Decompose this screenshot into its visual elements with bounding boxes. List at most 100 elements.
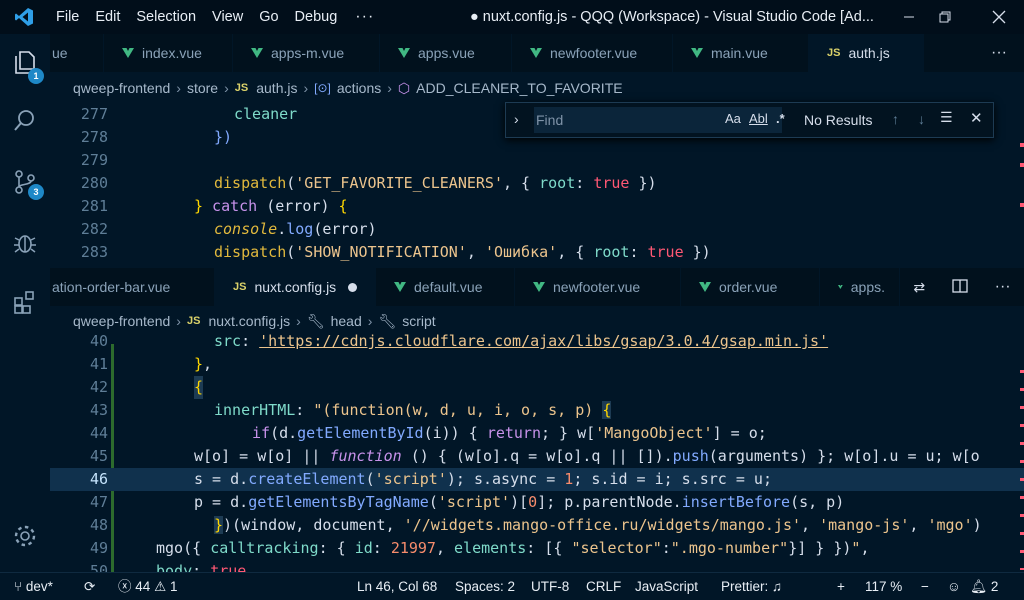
cursor-position[interactable]: Ln 46, Col 68	[357, 573, 437, 600]
line-number: 42	[89, 378, 108, 396]
tab-newfooter-vue[interactable]: newfooter.vue	[515, 268, 681, 306]
chevron-right-icon: ›	[224, 80, 229, 96]
zoom-in-icon[interactable]: +	[837, 573, 845, 600]
vue-icon	[691, 48, 703, 58]
namespace-icon: [⊙]	[314, 81, 331, 95]
wrench-icon: 🔧︎	[306, 312, 325, 329]
tab-nuxt-config-js[interactable]: JS nuxt.config.js	[215, 268, 376, 306]
encoding[interactable]: UTF-8	[531, 573, 569, 600]
indentation[interactable]: Spaces: 2	[455, 573, 515, 600]
breadcrumb-item[interactable]: ADD_CLEANER_TO_FAVORITE	[416, 80, 622, 96]
debug-icon[interactable]	[0, 218, 50, 266]
menu-go[interactable]: Go	[251, 0, 286, 34]
menu-file[interactable]: File	[48, 0, 87, 34]
line-number: 47	[89, 493, 108, 511]
menu-edit[interactable]: Edit	[87, 0, 128, 34]
vue-icon	[398, 48, 410, 58]
tab-label: newfooter.vue	[553, 279, 641, 295]
settings-gear-icon[interactable]	[0, 512, 50, 560]
notifications-status[interactable]: 🔔︎ 2	[970, 573, 998, 600]
problems-status[interactable]: ⓧ 44 ⚠ 1	[118, 573, 177, 600]
breadcrumb-item[interactable]: head	[331, 313, 362, 329]
tab-order-vue[interactable]: order.vue	[681, 268, 820, 306]
chevron-right-icon: ›	[367, 313, 373, 329]
tab-default-vue[interactable]: default.vue	[376, 268, 515, 306]
zoom-out-icon[interactable]: −	[921, 573, 929, 600]
tab-ation-order-bar-vue[interactable]: ation-order-bar.vue	[50, 268, 215, 306]
extensions-icon[interactable]	[0, 278, 50, 326]
breadcrumb-item[interactable]: qweep-frontend	[73, 80, 170, 96]
previous-match-icon[interactable]: ↑	[892, 111, 899, 127]
tab-label: apps.vue	[418, 45, 475, 61]
line-number: 45	[89, 447, 108, 465]
editor-actions: ⇄ ···	[900, 268, 1024, 306]
find-in-selection-icon[interactable]: ☰	[940, 109, 953, 126]
line-number: 48	[89, 516, 108, 534]
notification-count: 2	[990, 579, 999, 594]
toggle-replace-chevron-icon[interactable]: ›	[514, 111, 519, 127]
unsaved-dot-icon[interactable]	[348, 282, 358, 292]
menu-selection[interactable]: Selection	[128, 0, 204, 34]
breadcrumb-item[interactable]: store	[187, 80, 218, 96]
tab-label: order.vue	[719, 279, 778, 295]
close-find-icon[interactable]: ✕	[970, 109, 983, 127]
tab-auth-js[interactable]: JS auth.js	[809, 34, 924, 72]
menu-debug[interactable]: Debug	[287, 0, 346, 34]
breadcrumb-item[interactable]: script	[402, 313, 435, 329]
line-number: 50	[89, 562, 108, 572]
editor-more-actions-icon[interactable]: ···	[995, 278, 1011, 296]
line-endings[interactable]: CRLF	[586, 573, 621, 600]
window-title: ● nuxt.config.js - QQQ (Workspace) - Vis…	[470, 9, 874, 25]
sync-icon[interactable]: ⟳	[84, 573, 95, 600]
line-number: 49	[89, 539, 108, 557]
breadcrumb-item[interactable]: nuxt.config.js	[208, 313, 290, 329]
prettier-label: Prettier:	[721, 579, 769, 594]
language-mode[interactable]: JavaScript	[635, 573, 698, 600]
tab-ue[interactable]: ue	[50, 34, 104, 72]
bell-icon: 🔔︎	[970, 579, 988, 594]
breadcrumb-item[interactable]: actions	[337, 80, 381, 96]
line-number: 281	[80, 197, 108, 215]
menu-more-icon[interactable]: ···	[345, 0, 384, 34]
chevron-right-icon: ›	[176, 80, 181, 96]
prettier-status[interactable]: Prettier: ♫	[721, 573, 782, 600]
breadcrumb-item[interactable]: auth.js	[256, 80, 297, 96]
wrench-icon: 🔧︎	[378, 312, 397, 329]
breadcrumb-item[interactable]: qweep-frontend	[73, 313, 170, 329]
close-window-icon[interactable]	[976, 0, 1022, 34]
scrollbar-error-markers	[1020, 143, 1024, 233]
tab-index-vue[interactable]: index.vue	[104, 34, 233, 72]
tab-label: apps-m.vue	[271, 45, 345, 61]
line-number: 40	[89, 332, 108, 350]
vue-icon	[838, 285, 843, 289]
split-editor-icon[interactable]	[952, 278, 968, 297]
tab-label: ation-order-bar.vue	[52, 279, 171, 295]
zoom-level[interactable]: 117 %	[865, 573, 902, 600]
line-number: 282	[80, 220, 108, 238]
branch-status[interactable]: ⑂ dev*	[14, 573, 53, 600]
tab-apps[interactable]: apps.	[820, 268, 900, 306]
tab-apps-m-vue[interactable]: apps-m.vue	[233, 34, 380, 72]
next-match-icon[interactable]: ↓	[918, 111, 925, 127]
tab-apps-vue[interactable]: apps.vue	[380, 34, 512, 72]
source-control-icon[interactable]: 3	[0, 158, 50, 206]
tab-main-vue[interactable]: main.vue	[673, 34, 809, 72]
activity-bar: 1 3	[0, 34, 50, 570]
editor-more-actions-icon[interactable]: ···	[974, 34, 1024, 72]
tab-label: ue	[52, 45, 68, 61]
tab-newfooter-vue[interactable]: newfooter.vue	[512, 34, 673, 72]
bottom-editor[interactable]: 40 src: 'https://cdnjs.cloudflare.com/aja…	[50, 330, 1024, 572]
match-whole-word-icon[interactable]: Abl	[749, 111, 768, 126]
line-number: 46	[89, 470, 108, 488]
open-changes-icon[interactable]: ⇄	[913, 279, 925, 296]
match-case-icon[interactable]: Aa	[725, 111, 741, 126]
vue-icon	[251, 48, 263, 58]
restore-icon[interactable]	[922, 0, 968, 34]
search-icon[interactable]	[0, 96, 50, 144]
vue-icon	[699, 282, 711, 292]
regex-icon[interactable]: .*	[776, 111, 785, 126]
menu-view[interactable]: View	[204, 0, 251, 34]
explorer-icon[interactable]: 1	[0, 38, 50, 86]
find-input[interactable]	[534, 107, 782, 133]
feedback-icon[interactable]: ☺	[947, 573, 961, 600]
